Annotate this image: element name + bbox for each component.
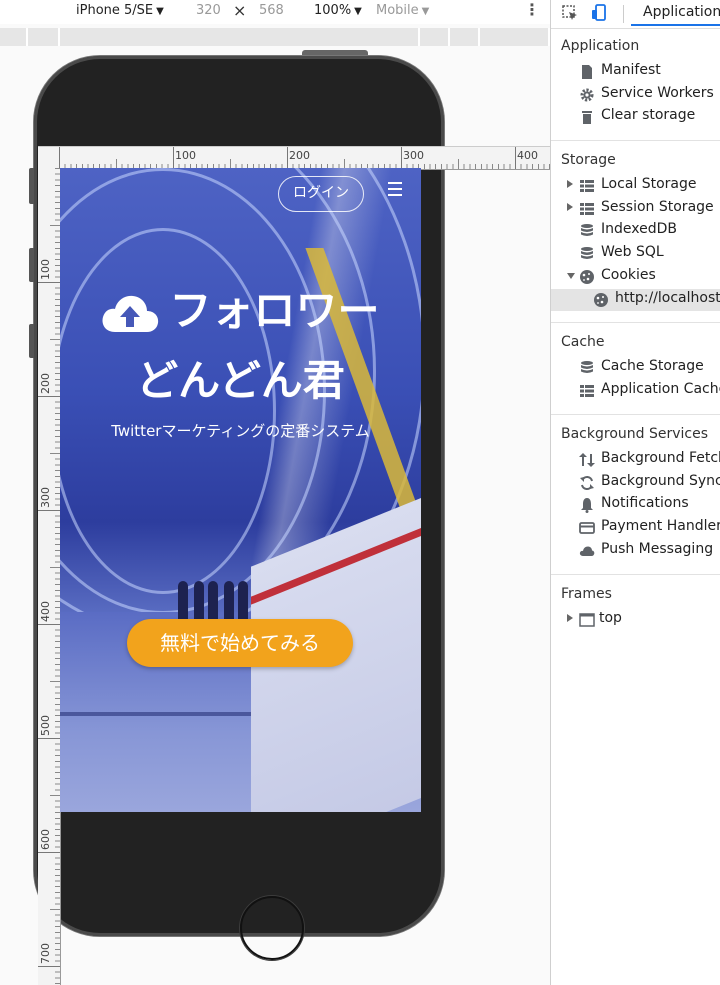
hero-title-line2: どんどん君 — [136, 356, 345, 405]
sync-icon — [580, 475, 594, 491]
up-down-arrows-icon — [579, 453, 595, 467]
more-options-icon[interactable]: ⋮ — [524, 0, 540, 19]
tab-application[interactable]: Application — [631, 0, 720, 26]
sidebar-item-service-workers[interactable]: Service Workers — [551, 84, 720, 106]
ruler-label: 300 — [403, 149, 424, 162]
section-application: Application — [561, 38, 640, 54]
sidebar-item-cookie-localhost[interactable]: http://localhost:30 — [551, 289, 720, 311]
start-free-button[interactable]: 無料で始めてみる — [127, 619, 353, 667]
collapse-arrow-icon[interactable] — [567, 273, 575, 279]
media-query-segment[interactable] — [480, 28, 550, 46]
home-button — [240, 896, 304, 960]
device-toolbar-icon[interactable] — [591, 4, 609, 22]
login-button[interactable]: ログイン — [278, 176, 364, 212]
section-storage: Storage — [561, 152, 616, 168]
sidebar-item-manifest[interactable]: Manifest — [551, 61, 720, 83]
height-input[interactable]: 568 — [259, 3, 284, 18]
table-icon — [580, 203, 594, 215]
sidebar-item-cookies[interactable]: Cookies — [551, 266, 720, 288]
sidebar-item-session-storage[interactable]: Session Storage — [551, 198, 720, 220]
cloud-icon — [579, 546, 595, 556]
device-select[interactable]: iPhone 5/SE ▼ — [76, 3, 164, 18]
ruler-label: 300 — [39, 487, 52, 508]
devtools-tabbar: Application — [551, 0, 720, 29]
database-icon — [581, 224, 593, 236]
expand-arrow-icon[interactable] — [567, 203, 573, 211]
section-frames: Frames — [561, 586, 612, 602]
cookie-icon — [580, 270, 594, 284]
ruler-label: 200 — [289, 149, 310, 162]
phone-volume-up — [29, 248, 34, 282]
sidebar-item-indexeddb[interactable]: IndexedDB — [551, 220, 720, 242]
phone-mute-switch — [29, 168, 34, 204]
sidebar-item-web-sql[interactable]: Web SQL — [551, 243, 720, 265]
phone-screen: ログイン フォロワー どんどん君 Twitterマーケティングの定番システム 無… — [60, 168, 421, 812]
table-icon — [580, 180, 594, 192]
ruler-label: 700 — [39, 943, 52, 964]
credit-card-icon — [579, 522, 595, 534]
ruler-label: 200 — [39, 373, 52, 394]
hamburger-menu-icon[interactable] — [388, 182, 402, 196]
gear-icon — [580, 88, 594, 102]
section-background-services: Background Services — [561, 426, 709, 442]
sidebar-item-clear-storage[interactable]: Clear storage — [551, 106, 720, 128]
trash-icon — [582, 111, 592, 124]
media-query-bar — [0, 28, 550, 46]
ruler-label: 400 — [517, 149, 538, 162]
sidebar-item-push-messaging[interactable]: Push Messaging — [551, 540, 720, 562]
sidebar-item-background-fetch[interactable]: Background Fetch — [551, 449, 720, 471]
media-query-segment[interactable] — [420, 28, 450, 46]
vertical-ruler: 100 200 300 400 500 600 700 — [38, 168, 61, 985]
device-toolbar: iPhone 5/SE ▼ 320 × 568 100% ▼ Mobile ▼ ⋮ — [0, 0, 550, 24]
sidebar-item-frame-top[interactable]: top — [551, 609, 720, 631]
device-emulation-area: iPhone 5/SE ▼ 320 × 568 100% ▼ Mobile ▼ ⋮ 1… — [0, 0, 550, 985]
sidebar-item-notifications[interactable]: Notifications — [551, 494, 720, 516]
devtools-application-panel: Application Application Manifest Service… — [550, 0, 720, 985]
database-icon — [581, 247, 593, 259]
ruler-label: 100 — [175, 149, 196, 162]
cookie-icon — [594, 293, 608, 307]
sidebar-item-application-cache[interactable]: Application Cache — [551, 380, 720, 402]
phone-volume-down — [29, 324, 34, 358]
cloud-upload-icon — [102, 295, 159, 332]
frame-icon — [579, 613, 595, 627]
database-icon — [581, 361, 593, 373]
device-type-select[interactable]: Mobile ▼ — [376, 3, 429, 18]
sidebar-item-payment-handler[interactable]: Payment Handler — [551, 517, 720, 539]
bell-icon — [581, 498, 593, 513]
sidebar-item-background-sync[interactable]: Background Sync — [551, 472, 720, 494]
ruler-label: 400 — [39, 601, 52, 622]
inspect-element-icon[interactable] — [561, 4, 579, 22]
media-query-segment[interactable] — [0, 28, 28, 46]
ruler-label: 600 — [39, 829, 52, 850]
media-query-segment[interactable] — [28, 28, 60, 46]
table-icon — [580, 385, 594, 397]
media-query-segment[interactable] — [60, 28, 420, 46]
sidebar-item-cache-storage[interactable]: Cache Storage — [551, 357, 720, 379]
media-query-segment[interactable] — [450, 28, 480, 46]
ruler-label: 100 — [39, 259, 52, 280]
ruler-label: 500 — [39, 715, 52, 736]
section-cache: Cache — [561, 334, 605, 350]
dimension-separator: × — [233, 1, 247, 20]
width-input[interactable]: 320 — [196, 3, 221, 18]
sidebar-item-local-storage[interactable]: Local Storage — [551, 175, 720, 197]
horizontal-ruler: 100 200 300 400 — [38, 146, 550, 170]
hero-title-line1: フォロワー — [60, 276, 421, 346]
zoom-select[interactable]: 100% ▼ — [314, 3, 362, 18]
hero-subtitle: Twitterマーケティングの定番システム — [111, 422, 370, 440]
expand-arrow-icon[interactable] — [567, 614, 573, 622]
expand-arrow-icon[interactable] — [567, 180, 573, 188]
document-icon — [582, 65, 592, 79]
